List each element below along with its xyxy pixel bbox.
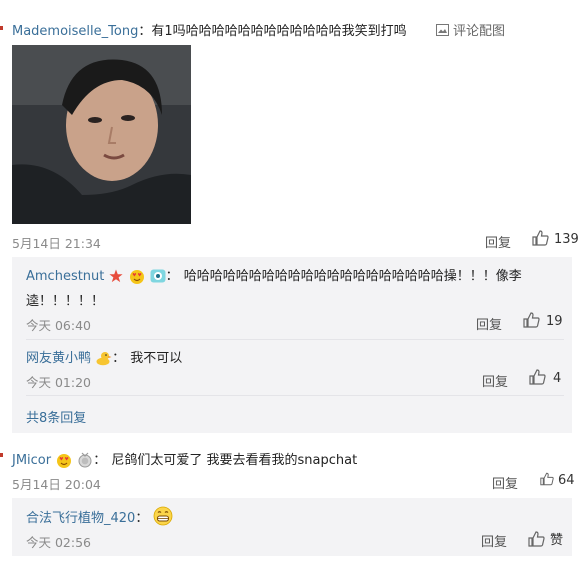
reply-thread: 合法飞行植物_420： 今天 02:56 回复 赞 [12,498,572,556]
heart-eyes-emoji-icon [57,453,72,468]
reply-time: 今天 02:56 [26,535,91,550]
star-badge-icon [109,268,124,282]
thumbs-up-icon [529,369,546,385]
comment-text: 有1吗哈哈哈哈哈哈哈哈哈哈哈哈我笑到打鸣 [151,24,407,39]
reply-header: Amchestnut ： 哈哈哈哈哈哈哈哈哈哈哈哈哈哈哈哈哈哈哈哈操！！！像李 [26,268,522,284]
edge-marker [0,26,3,30]
reply-button[interactable]: 回复 [476,314,502,333]
like-button[interactable]: 19 [523,312,563,332]
reply-time: 今天 06:40 [26,318,91,333]
eye-badge-icon [150,269,166,282]
divider [26,339,564,340]
reply-username[interactable]: Amchestnut [26,269,104,284]
like-count: 19 [546,314,563,329]
reply-text: 我不可以 [130,351,183,366]
reply-button[interactable]: 回复 [485,232,511,251]
more-replies-link[interactable]: 共8条回复 [26,407,86,426]
reply-button[interactable]: 回复 [482,371,508,390]
reply-header: 合法飞行植物_420： [26,506,173,526]
like-button[interactable]: 4 [529,369,561,389]
username[interactable]: Mademoiselle_Tong [12,24,138,39]
grin-emoji-icon [154,506,173,526]
edge-marker [0,453,3,457]
reply-username[interactable]: 网友黄小鸭 [26,351,91,366]
like-button[interactable]: 赞 [528,529,563,551]
reply-header: 网友黄小鸭 ： 我不可以 [26,351,183,366]
reply-time: 今天 01:20 [26,375,91,390]
comment-time: 5月14日 20:04 [12,477,101,492]
reply-username[interactable]: 合法飞行植物_420 [26,511,135,526]
comment-time: 5月14日 21:34 [12,236,101,251]
reply-button[interactable]: 回复 [492,473,518,492]
divider [26,395,564,396]
image-icon [436,24,449,36]
comment-header: JMicor ： 尼鸽们太可爱了 我要去看看我的snapchat [12,452,358,468]
comment-text: 尼鸽们太可爱了 我要去看看我的snapchat [111,453,358,468]
like-button[interactable]: 139 [532,230,579,250]
comment-image-link[interactable]: 评论配图 [436,20,505,39]
username[interactable]: JMicor [12,453,51,468]
reply-text-line2: 逵！！！！！ [26,294,105,309]
like-count: 139 [554,232,579,247]
like-count: 4 [553,371,562,386]
thumbs-up-icon [523,312,540,328]
comment-header: Mademoiselle_Tong：有1吗哈哈哈哈哈哈哈哈哈哈哈哈我笑到打鸣 [12,24,407,39]
reply-text-line1: 哈哈哈哈哈哈哈哈哈哈哈哈哈哈哈哈哈哈哈哈操！！！像李 [183,269,522,284]
thumbs-up-icon [528,531,545,547]
thumbs-up-icon [532,230,549,246]
photo-portrait [12,45,191,224]
comment-photo[interactable] [12,45,191,224]
like-count: 64 [558,473,575,488]
comment-image-label: 评论配图 [453,24,506,39]
like-label: 赞 [550,533,564,548]
thumbs-up-icon [540,472,554,486]
medal-icon [78,452,92,467]
reply-button[interactable]: 回复 [481,531,507,550]
duck-emoji-icon [96,351,112,365]
like-button[interactable]: 64 [540,471,575,491]
heart-eyes-emoji-icon [129,269,144,284]
reply-thread: Amchestnut ： 哈哈哈哈哈哈哈哈哈哈哈哈哈哈哈哈哈哈哈哈操！！！像李 … [12,257,572,433]
